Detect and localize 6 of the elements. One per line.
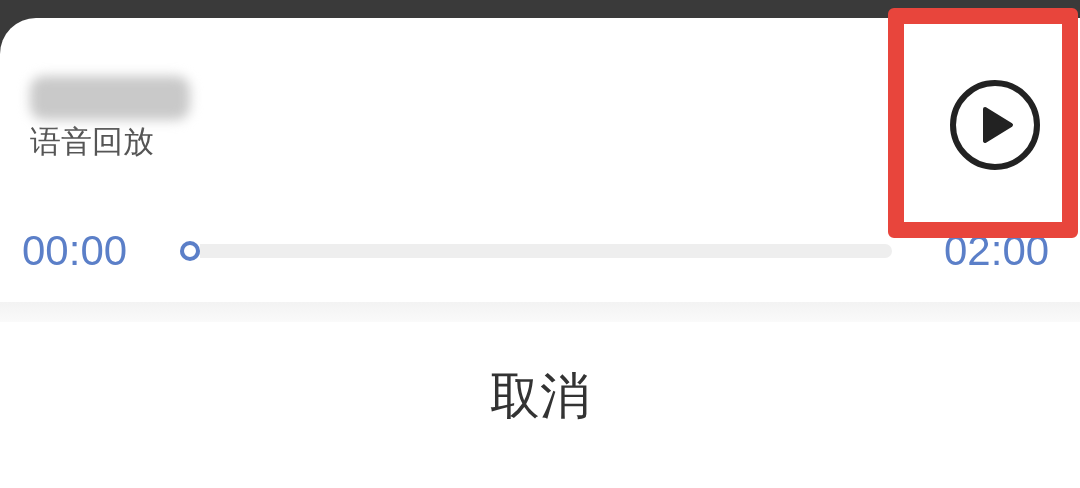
play-icon [948, 78, 1042, 172]
progress-thumb[interactable] [180, 241, 200, 261]
play-button[interactable] [948, 78, 1042, 172]
subtitle: 语音回放 [30, 126, 155, 157]
current-time: 00:00 [22, 230, 129, 272]
cancel-button[interactable]: 取消 [490, 371, 590, 439]
